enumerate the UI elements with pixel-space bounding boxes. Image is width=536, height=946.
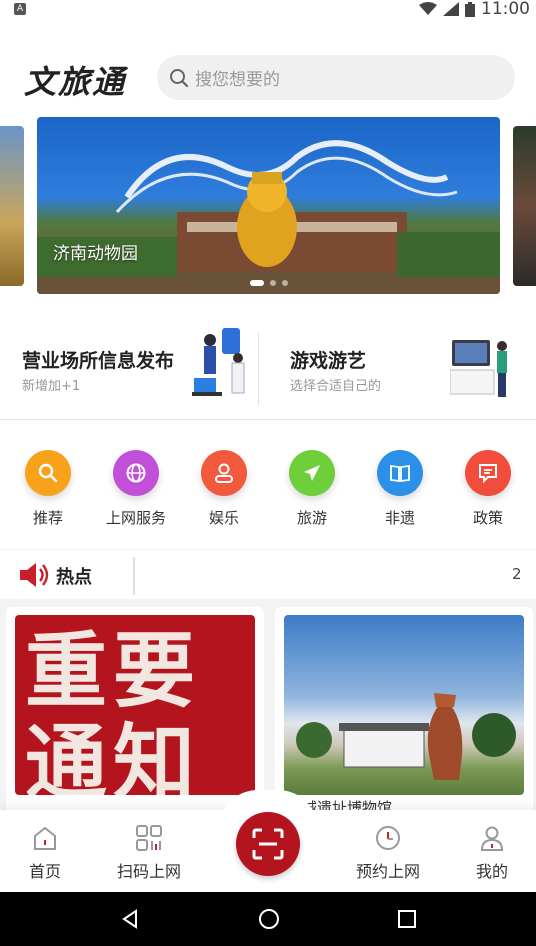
banner-dot bbox=[281, 280, 288, 286]
banner-caption: 济南动物园 bbox=[53, 244, 138, 264]
wifi-icon bbox=[419, 2, 437, 15]
news-card[interactable]: …城遗址博物馆 bbox=[275, 607, 533, 817]
search-box[interactable]: 搜您想要的 bbox=[157, 55, 515, 100]
hot-header: 热点 2 bbox=[0, 549, 536, 599]
app-logo: 文旅通 bbox=[24, 63, 127, 101]
category-policy[interactable]: 政策 bbox=[444, 450, 532, 540]
category-grid: 推荐 上网服务 娱乐 旅游 非遗 政策 bbox=[0, 450, 536, 540]
search-placeholder: 搜您想要的 bbox=[195, 70, 280, 90]
hot-ticker-text[interactable]: 2 bbox=[512, 565, 522, 583]
computer-illustration bbox=[450, 340, 507, 397]
system-navigation-bar bbox=[0, 892, 536, 946]
home-circle-icon[interactable] bbox=[258, 908, 280, 930]
recents-icon[interactable] bbox=[397, 909, 417, 929]
signal-icon bbox=[443, 2, 459, 16]
hot-section: 热点 2 bbox=[0, 549, 536, 599]
battery-icon bbox=[465, 1, 475, 17]
category-label: 政策 bbox=[472, 509, 503, 527]
speaker-icon bbox=[20, 563, 49, 587]
news-feed: 重要通知 …城遗址博物馆 bbox=[0, 599, 536, 817]
status-icons: 11:00 bbox=[419, 0, 530, 19]
tab-reserve-internet[interactable]: 预约上网 bbox=[343, 824, 433, 882]
category-heritage[interactable]: 非遗 bbox=[356, 450, 444, 540]
header: 文旅通 搜您想要的 bbox=[0, 55, 536, 101]
banner-next-slide[interactable] bbox=[513, 126, 536, 286]
promo-title: 游戏游艺 bbox=[290, 350, 367, 372]
clock-icon bbox=[376, 826, 400, 850]
banner-dot bbox=[269, 280, 276, 286]
promo-section: 营业场所信息发布 新增加+1 游戏游艺 选择合适自己的 bbox=[0, 320, 536, 420]
tab-home[interactable]: 首页 bbox=[0, 824, 90, 882]
search-icon bbox=[170, 68, 189, 87]
banner-indicator bbox=[249, 280, 288, 286]
airplane-icon bbox=[289, 450, 335, 496]
book-icon bbox=[377, 450, 423, 496]
status-time: 11:00 bbox=[481, 0, 530, 19]
tab-mine[interactable]: 我的 bbox=[447, 824, 536, 882]
qr-grid-icon bbox=[136, 825, 162, 851]
home-icon bbox=[34, 826, 56, 850]
status-bar: A 11:00 bbox=[0, 0, 536, 19]
category-entertainment[interactable]: 娱乐 bbox=[180, 450, 268, 540]
news-card[interactable]: 重要通知 bbox=[6, 607, 264, 817]
user-icon bbox=[201, 450, 247, 496]
hot-title: 热点 bbox=[56, 567, 92, 588]
category-label: 上网服务 bbox=[105, 509, 166, 527]
category-label: 旅游 bbox=[296, 509, 327, 527]
banner-carousel[interactable]: 济南动物园 bbox=[0, 117, 536, 295]
category-internet-service[interactable]: 上网服务 bbox=[92, 450, 180, 540]
category-recommend[interactable]: 推荐 bbox=[4, 450, 92, 540]
people-illustration bbox=[192, 328, 245, 396]
banner-slide[interactable]: 济南动物园 bbox=[37, 117, 500, 294]
category-travel[interactable]: 旅游 bbox=[268, 450, 356, 540]
news-image-text: 重要通知 bbox=[25, 623, 202, 795]
message-icon bbox=[465, 450, 511, 496]
tab-label: 扫码上网 bbox=[116, 862, 181, 881]
back-icon[interactable] bbox=[119, 908, 141, 930]
promo-card-games[interactable]: 游戏游艺 选择合适自己的 bbox=[290, 320, 520, 406]
scan-button[interactable] bbox=[236, 812, 300, 876]
tab-label: 预约上网 bbox=[355, 862, 420, 881]
magnifier-icon bbox=[25, 450, 71, 496]
promo-title: 营业场所信息发布 bbox=[22, 350, 175, 372]
promo-subtitle: 新增加+1 bbox=[22, 379, 81, 394]
category-label: 非遗 bbox=[384, 509, 415, 527]
banner-prev-slide[interactable] bbox=[0, 126, 24, 286]
globe-icon bbox=[113, 450, 159, 496]
category-label: 娱乐 bbox=[208, 509, 239, 527]
hot-divider bbox=[133, 557, 135, 595]
zoo-gate-image bbox=[37, 140, 500, 294]
museum-image bbox=[296, 693, 516, 780]
promo-divider bbox=[258, 333, 259, 405]
profile-icon bbox=[480, 826, 504, 851]
banner-dot-active bbox=[249, 280, 264, 286]
news-image bbox=[284, 615, 524, 795]
promo-card-business-info[interactable]: 营业场所信息发布 新增加+1 bbox=[22, 320, 252, 406]
bottom-tab-bar: 首页 扫码上网 预约上网 我的 bbox=[0, 790, 536, 892]
tab-scan-internet[interactable]: 扫码上网 bbox=[104, 824, 194, 882]
notification-icon: A bbox=[14, 3, 26, 15]
tab-label: 首页 bbox=[28, 862, 61, 881]
news-image: 重要通知 bbox=[15, 615, 255, 795]
tab-label: 我的 bbox=[475, 862, 508, 881]
scan-icon bbox=[252, 828, 284, 860]
promo-subtitle: 选择合适自己的 bbox=[290, 379, 382, 394]
category-label: 推荐 bbox=[32, 509, 63, 527]
